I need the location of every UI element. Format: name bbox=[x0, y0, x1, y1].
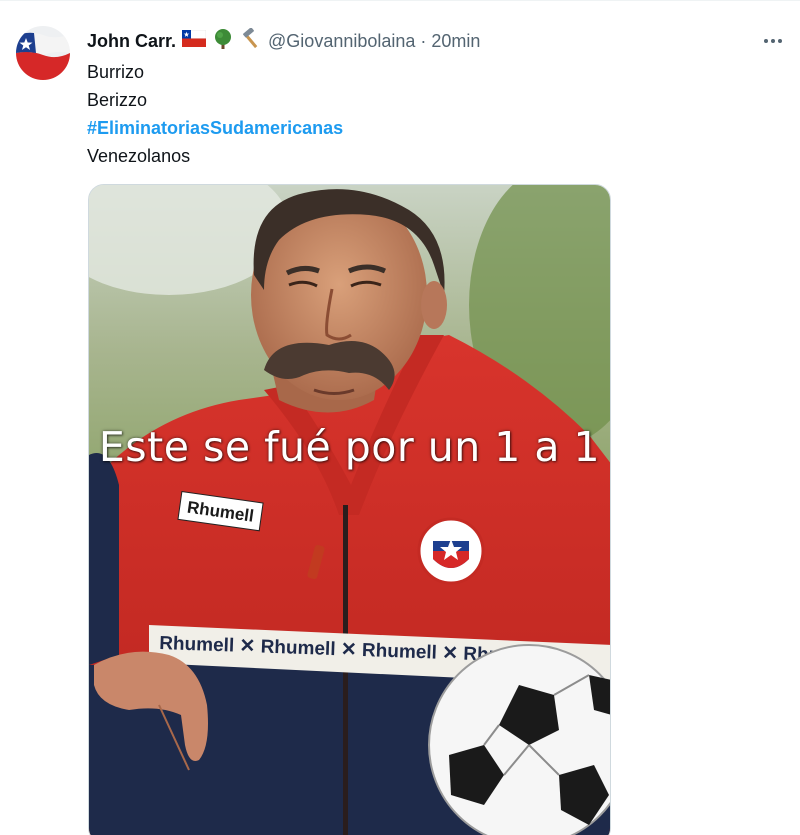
tweet-text: Burrizo Berizzo #EliminatoriasSudamerica… bbox=[87, 58, 343, 170]
avatar[interactable] bbox=[16, 26, 70, 80]
hashtag-link[interactable]: #EliminatoriasSudamericanas bbox=[87, 114, 343, 142]
user-handle[interactable]: @Giovannibolaina bbox=[268, 31, 415, 52]
display-name[interactable]: John Carr. bbox=[87, 31, 176, 52]
text-line: Burrizo bbox=[87, 62, 145, 82]
tweet-image[interactable]: Rhumell Rhumell ✕ Rhumell ✕ Rhumell ✕ Rh… bbox=[88, 184, 611, 835]
hammer-icon bbox=[240, 26, 262, 55]
tree-icon bbox=[212, 28, 234, 55]
tweet: John Carr. @Giovannibolaina · 20min Burr… bbox=[0, 0, 800, 835]
more-options-button[interactable] bbox=[760, 29, 786, 53]
text-line: Berizzo bbox=[87, 90, 148, 110]
timestamp[interactable]: 20min bbox=[431, 31, 480, 52]
chile-flag-icon bbox=[181, 29, 207, 52]
tweet-header: John Carr. @Giovannibolaina · 20min bbox=[87, 26, 480, 55]
photo-illustration: Rhumell Rhumell ✕ Rhumell ✕ Rhumell ✕ Rh… bbox=[89, 185, 610, 835]
separator-dot: · bbox=[420, 30, 427, 51]
meme-caption: Este se fué por un 1 a 1 bbox=[98, 423, 601, 471]
more-dots-icon bbox=[764, 39, 768, 43]
text-line: Venezolanos bbox=[87, 146, 191, 166]
